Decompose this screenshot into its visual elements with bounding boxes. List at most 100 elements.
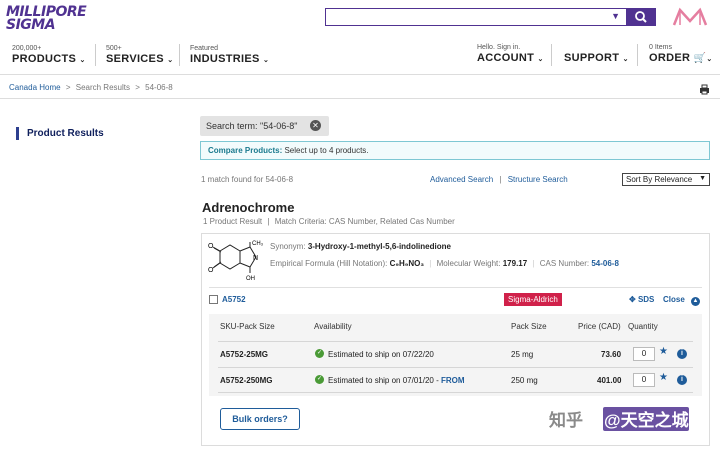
nav-order-small: 0 Items [649, 44, 672, 51]
price-cell: 401.00 [597, 376, 622, 385]
synonym-label: Synonym: [270, 242, 306, 251]
nav-services-label: SERVICES [106, 53, 164, 65]
row-divider [218, 341, 693, 342]
availability-cell: Estimated to ship on 07/22/20 [328, 350, 434, 359]
chevron-down-icon: ⌄ [622, 56, 629, 63]
synonym-row: Synonym: 3-Hydroxy-1-methyl-5,6-indoline… [270, 242, 451, 251]
chevron-down-icon: ▼ [699, 175, 706, 182]
quantity-input[interactable]: 0 [633, 373, 655, 387]
struct-n: N [253, 255, 258, 262]
breadcrumb-sep: > [135, 83, 140, 92]
merck-m-logo[interactable] [672, 7, 708, 27]
nav-order[interactable]: 0 Items ORDER 🛒⌄ [649, 44, 713, 64]
info-icon[interactable]: i [677, 349, 687, 359]
breadcrumb-current: 54-06-8 [145, 83, 173, 92]
compare-checkbox[interactable] [209, 295, 218, 304]
nav-support[interactable]: SUPPORT ⌄ [564, 52, 629, 64]
chevron-up-icon: ▲ [691, 297, 701, 306]
match-count: 1 match found for 54-06-8 [201, 175, 294, 184]
nav-divider [637, 44, 638, 66]
millipore-sigma-logo[interactable]: MILLIPORE SIGMA [6, 5, 87, 33]
search-input[interactable]: ▼ [325, 8, 627, 26]
watermark-right: @天空之城 [604, 411, 689, 430]
header-divider [0, 74, 720, 75]
compare-text: Select up to 4 products. [284, 146, 369, 155]
th-price: Price (CAD) [578, 322, 621, 331]
info-icon[interactable]: i [677, 375, 687, 385]
breadcrumb-divider [0, 98, 720, 99]
availability-text: Estimated to ship on 07/01/20 - [328, 376, 439, 385]
sku-cell: A5752-250MG [220, 376, 273, 385]
search-term-chip: Search term: "54-06-8" ✕ [200, 116, 329, 136]
sds-label: SDS [637, 295, 655, 304]
row-divider [218, 392, 693, 393]
nav-industries[interactable]: Featured INDUSTRIES ⌄ [190, 45, 269, 65]
nav-services[interactable]: 500+ SERVICES ⌄ [106, 45, 173, 65]
card-divider [209, 287, 702, 288]
mw-label: Molecular Weight: [436, 259, 501, 268]
chevron-down-icon: ⌄ [79, 57, 86, 64]
link-sep: | [499, 175, 502, 184]
compare-label[interactable]: Compare Products: [208, 146, 282, 155]
structure-search-link[interactable]: Structure Search [508, 175, 568, 184]
cas-value[interactable]: 54-06-8 [591, 259, 619, 268]
nav-products-small: 200,000+ [12, 45, 42, 52]
nav-services-small: 500+ [106, 45, 122, 52]
advanced-search-link[interactable]: Advanced Search [430, 175, 493, 184]
favorite-star-icon[interactable]: ★ [659, 346, 668, 357]
sort-select[interactable]: Sort By Relevance ▼ [622, 173, 710, 186]
nav-account-label: ACCOUNT [477, 52, 535, 64]
formula-value: C₉H₉NO₃ [389, 259, 425, 268]
chemical-structure-image[interactable]: CH₃ N OH O O [206, 239, 266, 283]
chevron-down-icon[interactable]: ▼ [611, 11, 620, 21]
breadcrumb-sep: > [65, 83, 71, 92]
pack-size-cell: 250 mg [511, 376, 538, 385]
pack-size-cell: 25 mg [511, 350, 534, 359]
chevron-down-icon: ⌄ [262, 57, 270, 64]
checkmark-icon: ✓ [315, 375, 324, 384]
meta-match: Match Criteria: CAS Number, Related Cas … [274, 217, 455, 226]
print-icon[interactable] [699, 82, 710, 95]
nav-order-label: ORDER [649, 52, 691, 64]
struct-oh: OH [246, 276, 255, 282]
nav-divider [179, 44, 180, 66]
checkmark-icon: ✓ [315, 349, 324, 358]
sort-value: Sort By Relevance [626, 175, 693, 184]
sds-link[interactable]: ✥ SDS [629, 295, 654, 304]
meta-sep: | [267, 217, 270, 226]
sds-icon: ✥ [629, 295, 636, 304]
product-group-title: Adrenochrome [202, 200, 295, 215]
search-button[interactable] [627, 8, 656, 26]
nav-support-label: SUPPORT [564, 52, 620, 64]
breadcrumb: Canada Home > Search Results > 54-06-8 [9, 83, 173, 92]
nav-industries-small: Featured [190, 45, 219, 52]
search-term-text: Search term: "54-06-8" [206, 121, 298, 131]
breadcrumb-home[interactable]: Canada Home [9, 83, 61, 92]
sku-cell: A5752-25MG [220, 350, 269, 359]
row-divider [218, 367, 693, 368]
from-link[interactable]: FROM [441, 376, 465, 385]
availability-cell: Estimated to ship on 07/01/20 - FROM [328, 376, 465, 385]
search-links: Advanced Search | Structure Search [430, 175, 568, 184]
th-availability: Availability [314, 322, 352, 331]
product-id-link[interactable]: A5752 [222, 295, 246, 304]
close-link[interactable]: Close ▲ [663, 295, 701, 306]
chevron-down-icon: ⌄ [167, 57, 174, 64]
nav-account-small: Hello. Sign in. [477, 44, 521, 51]
formula-label: Empirical Formula (Hill Notation): [270, 259, 388, 268]
chevron-down-icon: ⌄ [537, 56, 544, 63]
quantity-input[interactable]: 0 [633, 347, 655, 361]
close-icon[interactable]: ✕ [310, 120, 321, 131]
logo-line2: SIGMA [6, 17, 56, 33]
brand-badge: Sigma-Aldrich [504, 293, 562, 306]
nav-account[interactable]: Hello. Sign in. ACCOUNT ⌄ [477, 44, 544, 64]
bulk-orders-button[interactable]: Bulk orders? [220, 408, 300, 430]
struct-o-bottom: O [208, 267, 214, 274]
nav-industries-label: INDUSTRIES [190, 53, 260, 65]
th-sku: SKU-Pack Size [220, 322, 275, 331]
struct-ch3: CH₃ [252, 241, 264, 247]
close-label: Close [663, 295, 685, 304]
nav-products[interactable]: 200,000+ PRODUCTS ⌄ [12, 45, 86, 65]
favorite-star-icon[interactable]: ★ [659, 372, 668, 383]
breadcrumb-results[interactable]: Search Results [76, 83, 130, 92]
